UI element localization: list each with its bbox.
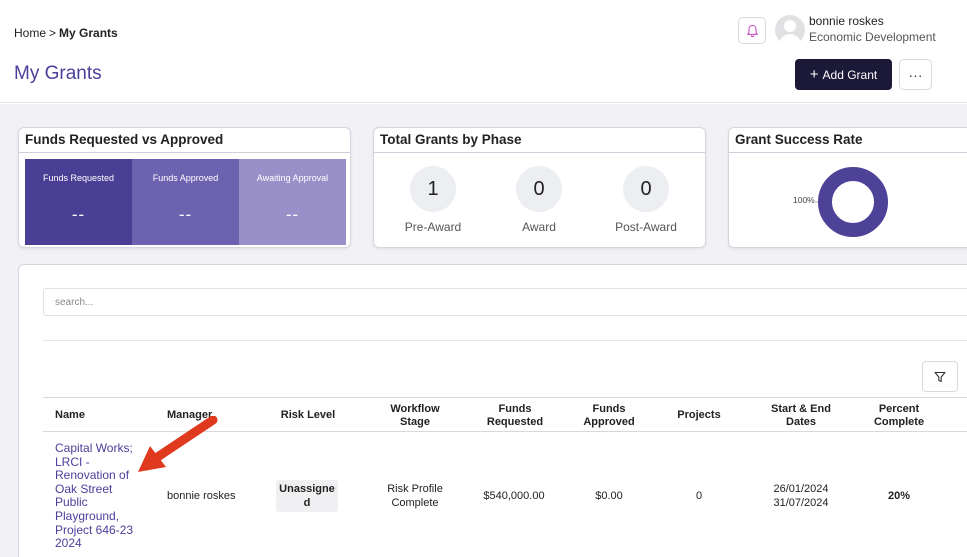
more-horizontal-icon: ···	[908, 66, 923, 83]
avatar-head-shape	[784, 20, 796, 32]
awaiting-approval-label: Awaiting Approval	[256, 173, 329, 183]
column-header-name[interactable]: Name	[55, 398, 135, 433]
avatar[interactable]	[775, 15, 805, 45]
funds-grid: Funds Requested -- Funds Approved -- Awa…	[25, 159, 346, 245]
phase-post-award-label: Post-Award	[615, 220, 677, 234]
divider	[43, 340, 967, 341]
phase-card-title: Total Grants by Phase	[380, 132, 522, 147]
page-title: My Grants	[14, 63, 102, 84]
donut-label: 100%	[793, 195, 815, 205]
funds-requested-value: --	[71, 205, 86, 224]
filter-icon	[934, 371, 946, 382]
awaiting-approval-cell: Awaiting Approval --	[239, 159, 346, 245]
grant-name-link[interactable]: Capital Works; LRCI - Renovation of Oak …	[55, 442, 145, 548]
add-grant-button[interactable]: + Add Grant	[795, 59, 892, 90]
phase-award: 0 Award	[489, 166, 589, 234]
add-grant-label: Add Grant	[822, 67, 878, 82]
success-rate-chart: 100%	[729, 154, 967, 247]
funds-requested-label: Funds Requested	[42, 173, 115, 183]
grant-success-rate-card: Grant Success Rate 100%	[728, 127, 967, 248]
cell-funds-requested: $540,000.00	[483, 490, 545, 502]
cell-manager: bonnie roskes	[167, 490, 236, 502]
column-header-start-end-dates[interactable]: Start & End Dates	[763, 398, 839, 433]
page-header: Home > My Grants My Grants bonnie roskes E…	[0, 0, 967, 103]
column-header-risk-level[interactable]: Risk Level	[273, 398, 343, 433]
funds-approved-value: --	[178, 205, 193, 224]
user-organization: Economic Development	[809, 30, 936, 44]
phase-award-label: Award	[522, 220, 556, 234]
column-header-workflow-stage[interactable]: Workflow Stage	[379, 398, 451, 433]
card-divider	[729, 152, 967, 153]
cell-start-end-dates: 26/01/2024 31/07/2024	[763, 479, 839, 513]
plus-icon: +	[809, 66, 819, 83]
breadcrumb: Home > My Grants	[14, 26, 118, 40]
phase-pre-award-label: Pre-Award	[404, 220, 462, 234]
funds-approved-label: Funds Approved	[152, 173, 219, 183]
breadcrumb-home-link[interactable]: Home	[14, 26, 46, 40]
funds-card-title: Funds Requested vs Approved	[25, 132, 224, 147]
user-name: bonnie roskes	[809, 14, 884, 28]
column-header-percent-complete[interactable]: Percent Complete	[861, 398, 937, 433]
donut-slice[interactable]	[818, 167, 888, 237]
column-header-projects[interactable]: Projects	[667, 398, 731, 433]
risk-level-badge: Unassigned	[276, 480, 338, 512]
success-card-title: Grant Success Rate	[735, 132, 863, 147]
column-header-funds-requested[interactable]: Funds Requested	[479, 398, 551, 433]
funds-requested-cell: Funds Requested --	[25, 159, 132, 245]
card-divider	[19, 152, 350, 153]
cell-projects: 0	[695, 490, 703, 502]
phase-post-award-count: 0	[623, 166, 669, 212]
annotation-arrow-icon	[138, 416, 218, 472]
search-input[interactable]	[43, 288, 967, 316]
end-date: 31/07/2024	[773, 497, 829, 509]
phase-pre-award: 1 Pre-Award	[383, 166, 483, 234]
funds-requested-vs-approved-card: Funds Requested vs Approved Funds Reques…	[18, 127, 351, 248]
page: Home > My Grants My Grants bonnie roskes E…	[0, 0, 967, 557]
start-date: 26/01/2024	[773, 483, 829, 495]
awaiting-approval-value: --	[285, 205, 300, 224]
avatar-body-shape	[779, 34, 801, 45]
filter-button[interactable]	[922, 361, 958, 392]
grants-table-card: Name Manager Risk Level Workflow Stage F…	[18, 264, 967, 557]
notifications-button[interactable]	[738, 17, 766, 44]
phase-pre-award-count: 1	[410, 166, 456, 212]
more-options-button[interactable]: ···	[899, 59, 932, 90]
phase-post-award: 0 Post-Award	[596, 166, 696, 234]
funds-approved-cell: Funds Approved --	[132, 159, 239, 245]
cell-funds-approved: $0.00	[595, 490, 623, 502]
cell-workflow-stage: Risk Profile Complete	[387, 483, 443, 509]
column-header-funds-approved[interactable]: Funds Approved	[575, 398, 643, 433]
bell-icon	[746, 24, 758, 37]
card-divider	[374, 152, 705, 153]
phase-award-count: 0	[516, 166, 562, 212]
breadcrumb-separator: >	[49, 26, 57, 40]
cell-percent-complete: 20%	[887, 490, 911, 502]
total-grants-by-phase-card: Total Grants by Phase 1 Pre-Award 0 Awar…	[373, 127, 706, 248]
breadcrumb-current: My Grants	[59, 26, 118, 40]
